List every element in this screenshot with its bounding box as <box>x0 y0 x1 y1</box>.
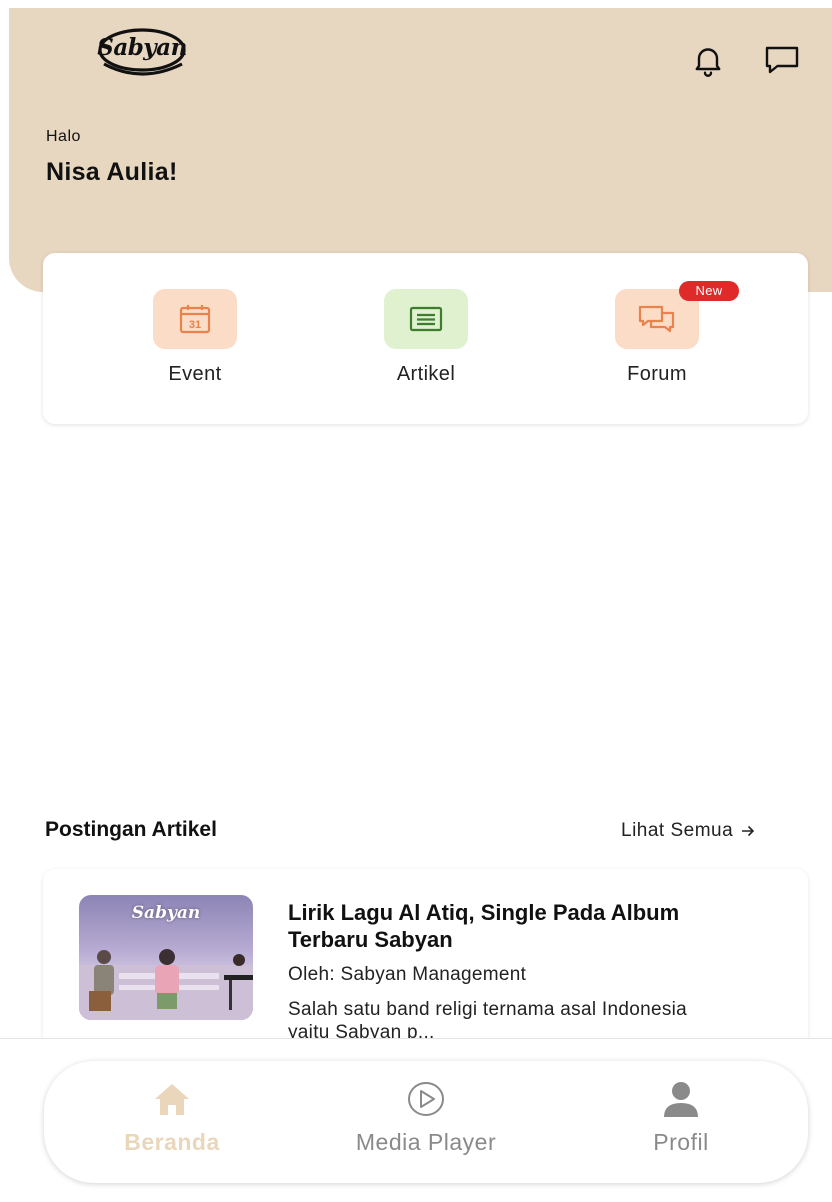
article-title: Lirik Lagu Al Atiq, Single Pada Album Te… <box>288 900 680 952</box>
section-title-articles: Postingan Artikel <box>45 818 217 841</box>
calendar-day: 31 <box>189 319 201 331</box>
menu-label-event: Event <box>168 363 222 385</box>
user-icon <box>664 1082 698 1117</box>
nav-label-profil: Profil <box>653 1129 709 1155</box>
article-thumbnail: Sabyan <box>79 895 253 1020</box>
thumbnail-logo-text: Sabyan <box>131 903 201 923</box>
calendar-icon: 31 <box>153 289 237 349</box>
new-badge: New <box>679 281 739 301</box>
article-icon <box>384 289 468 349</box>
logo-text: Sabyan <box>97 34 187 61</box>
see-all-link[interactable]: Lihat Semua <box>621 820 755 842</box>
menu-item-artikel[interactable]: Artikel <box>351 289 501 386</box>
user-name: Nisa Aulia! <box>46 158 178 186</box>
menu-item-event[interactable]: 31 Event <box>120 289 270 386</box>
article-author: Oleh: Sabyan Management <box>288 964 527 985</box>
nav-item-media-player[interactable]: Media Player <box>316 1081 536 1156</box>
bottom-nav: Beranda Media Player Profil <box>44 1061 808 1183</box>
play-circle-icon <box>408 1082 444 1116</box>
nav-label-beranda: Beranda <box>124 1129 220 1155</box>
menu-label-forum: Forum <box>627 363 687 385</box>
greeting-label: Halo <box>46 128 81 145</box>
see-all-label: Lihat Semua <box>621 820 734 841</box>
nav-label-media-player: Media Player <box>355 1129 497 1155</box>
menu-label-artikel: Artikel <box>396 363 456 385</box>
quick-menu-card: 31 Event Artikel New Forum <box>43 253 808 424</box>
notification-bell-icon[interactable] <box>688 40 728 80</box>
article-card[interactable]: Sabyan Lirik Lagu Al Atiq, Single Pada A… <box>43 869 808 1049</box>
menu-item-forum[interactable]: New Forum <box>582 281 739 386</box>
sabyan-logo[interactable]: Sabyan <box>82 20 202 96</box>
home-icon <box>155 1084 189 1115</box>
nav-item-profil[interactable]: Profil <box>571 1081 791 1156</box>
chat-bubble-icon[interactable] <box>762 40 802 80</box>
forum-chat-icon: New <box>615 281 739 349</box>
arrow-right-icon <box>742 825 755 837</box>
nav-item-beranda[interactable]: Beranda <box>62 1081 282 1156</box>
